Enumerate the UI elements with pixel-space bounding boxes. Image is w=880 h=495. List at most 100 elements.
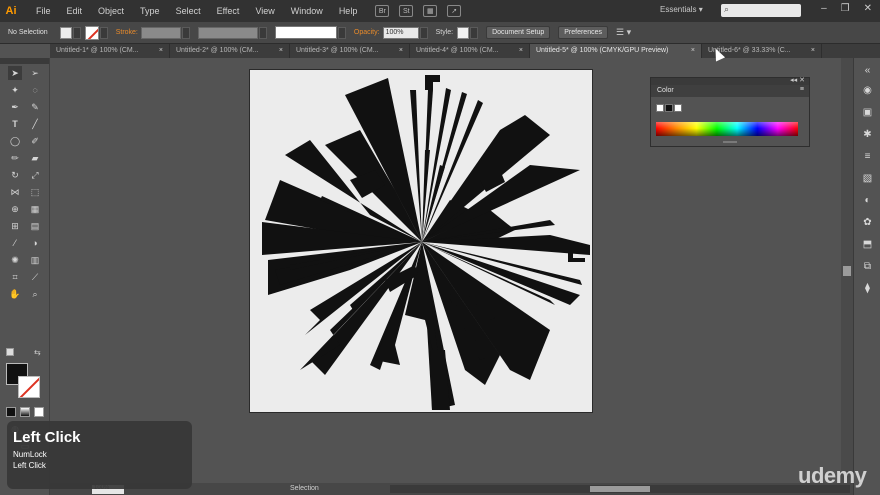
brush-dropdown[interactable] <box>337 26 346 39</box>
menu-select[interactable]: Select <box>168 6 209 16</box>
slice-tool-icon[interactable]: ⟋ <box>28 270 42 284</box>
magic-wand-tool-icon[interactable]: ✦ <box>8 83 22 97</box>
menu-help[interactable]: Help <box>331 6 366 16</box>
artboard-tool-icon[interactable]: ⌗ <box>8 270 22 284</box>
variable-width-field[interactable] <box>197 26 258 39</box>
appearance-panel-icon[interactable]: ▣ <box>861 106 874 119</box>
tab-close-icon[interactable]: × <box>811 47 815 54</box>
variable-width-dropdown[interactable] <box>258 26 267 39</box>
stroke-dropdown[interactable] <box>99 26 108 39</box>
blend-tool-icon[interactable]: ◑ <box>28 236 42 250</box>
tab-close-icon[interactable]: × <box>159 47 163 54</box>
zoom-tool-icon[interactable]: ⌕ <box>28 287 42 301</box>
hand-tool-icon[interactable]: ✋ <box>8 287 22 301</box>
menu-view[interactable]: View <box>247 6 282 16</box>
menu-file[interactable]: File <box>28 6 59 16</box>
fill-swatch[interactable] <box>59 26 72 39</box>
color-panel-tab[interactable]: Color ≡ <box>651 85 809 97</box>
layers-panel-icon[interactable]: ⧫ <box>861 282 874 295</box>
shape-builder-tool-icon[interactable]: ⊕ <box>8 202 22 216</box>
stroke-label[interactable]: Stroke: <box>116 29 138 36</box>
transform-panel-icon[interactable]: ⧉ <box>861 260 874 273</box>
stroke-weight-field[interactable] <box>140 26 181 39</box>
panel-resize-grip[interactable] <box>723 141 737 143</box>
mesh-tool-icon[interactable]: ⊞ <box>8 219 22 233</box>
line-segment-tool-icon[interactable]: ╱ <box>28 117 42 131</box>
vertical-scroll-thumb[interactable] <box>843 266 851 276</box>
color-panel-icon[interactable]: ◉ <box>861 84 874 97</box>
preferences-button[interactable]: Preferences <box>558 26 608 39</box>
pen-tool-icon[interactable]: ✒ <box>8 100 22 114</box>
stroke-weight-dropdown[interactable] <box>181 26 190 39</box>
none-swatch[interactable] <box>656 104 664 112</box>
black-swatch[interactable] <box>665 104 673 112</box>
menu-type[interactable]: Type <box>132 6 168 16</box>
stroke-panel-icon[interactable]: ≡ <box>861 150 874 163</box>
direct-selection-tool-icon[interactable]: ➢ <box>28 66 42 80</box>
tools-panel-header[interactable] <box>0 58 49 64</box>
symbol-sprayer-tool-icon[interactable]: ✺ <box>8 253 22 267</box>
tab-close-icon[interactable]: × <box>279 47 283 54</box>
selection-tool-icon[interactable]: ➤ <box>8 66 22 80</box>
tab-close-icon[interactable]: × <box>691 47 695 54</box>
tab-close-icon[interactable]: × <box>399 47 403 54</box>
stock-icon[interactable]: St <box>399 5 414 17</box>
brush-definition[interactable] <box>274 26 337 39</box>
color-spectrum[interactable] <box>656 122 798 136</box>
curvature-tool-icon[interactable]: ✎ <box>28 100 42 114</box>
close-icon[interactable]: ✕ <box>864 3 872 14</box>
align-icon[interactable]: ☰ ▾ <box>616 27 631 38</box>
artboard[interactable] <box>249 69 593 413</box>
horizontal-scroll-thumb[interactable] <box>590 486 650 492</box>
gradient-tool-icon[interactable]: ▤ <box>28 219 42 233</box>
workspace-switcher[interactable]: Essentials ▾ <box>660 5 703 14</box>
style-swatch[interactable] <box>457 26 470 39</box>
free-transform-tool-icon[interactable]: ⬚ <box>28 185 42 199</box>
tab-untitled-1[interactable]: Untitled-1* @ 100% (CM... × <box>50 44 170 58</box>
minimize-icon[interactable]: – <box>821 3 827 14</box>
rotate-tool-icon[interactable]: ↻ <box>8 168 22 182</box>
none-mode-icon[interactable] <box>34 407 44 417</box>
fill-dropdown[interactable] <box>72 26 81 39</box>
opacity-field[interactable]: 100% <box>382 26 419 39</box>
opacity-label[interactable]: Opacity: <box>354 29 380 36</box>
gpu-icon[interactable]: ➚ <box>447 5 462 17</box>
gradient-mode-icon[interactable] <box>20 407 30 417</box>
brushes-panel-icon[interactable]: ✱ <box>861 128 874 141</box>
color-panel-titlebar[interactable]: ◂◂ ✕ <box>651 77 809 85</box>
paintbrush-tool-icon[interactable]: ✐ <box>28 134 42 148</box>
white-swatch[interactable] <box>674 104 682 112</box>
tab-close-icon[interactable]: × <box>519 47 523 54</box>
default-colors-icon[interactable] <box>6 348 14 356</box>
horizontal-scrollbar[interactable] <box>390 485 850 493</box>
stroke-color-box[interactable] <box>18 376 40 398</box>
color-mode-icon[interactable] <box>6 407 16 417</box>
tab-untitled-2[interactable]: Untitled-2* @ 100% (CM... × <box>170 44 290 58</box>
lasso-tool-icon[interactable]: ◌ <box>28 83 42 97</box>
arrange-documents-icon[interactable]: ▦ <box>423 5 438 17</box>
transparency-panel-icon[interactable]: ◐ <box>861 194 874 207</box>
bridge-icon[interactable]: Br <box>375 5 390 17</box>
panel-menu-icon[interactable]: ≡ <box>800 86 804 93</box>
perspective-grid-tool-icon[interactable]: ▦ <box>28 202 42 216</box>
scale-tool-icon[interactable]: ⤢ <box>28 168 42 182</box>
column-graph-tool-icon[interactable]: ▥ <box>28 253 42 267</box>
menu-object[interactable]: Object <box>90 6 132 16</box>
tab-untitled-5[interactable]: Untitled-5* @ 100% (CMYK/GPU Preview) × <box>530 44 702 58</box>
width-tool-icon[interactable]: ⋈ <box>8 185 22 199</box>
menu-edit[interactable]: Edit <box>59 6 91 16</box>
eyedropper-tool-icon[interactable]: ⁄ <box>8 236 22 250</box>
pencil-tool-icon[interactable]: ✏ <box>8 151 22 165</box>
type-tool-icon[interactable]: T <box>8 117 22 131</box>
menu-window[interactable]: Window <box>283 6 331 16</box>
dock-collapse-icon[interactable]: « <box>861 64 874 77</box>
graphic-styles-panel-icon[interactable]: ⬒ <box>861 238 874 251</box>
menu-effect[interactable]: Effect <box>209 6 248 16</box>
eraser-tool-icon[interactable]: ▰ <box>28 151 42 165</box>
search-input[interactable]: ⌕ <box>721 4 801 17</box>
tab-untitled-3[interactable]: Untitled-3* @ 100% (CM... × <box>290 44 410 58</box>
tab-untitled-4[interactable]: Untitled-4* @ 100% (CM... × <box>410 44 530 58</box>
maximize-icon[interactable]: ❐ <box>841 3 850 14</box>
document-setup-button[interactable]: Document Setup <box>486 26 551 39</box>
style-dropdown[interactable] <box>470 26 479 39</box>
